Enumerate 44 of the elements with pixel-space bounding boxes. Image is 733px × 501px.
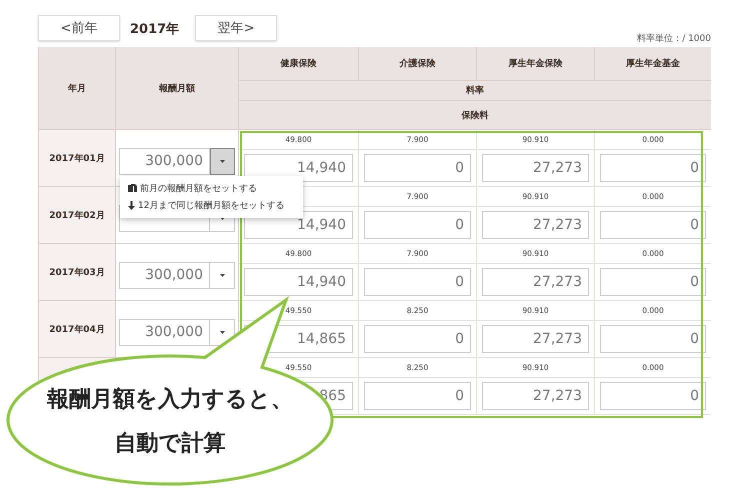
premium-field[interactable]: 27,273	[482, 211, 589, 239]
salary-field[interactable]: 300,000	[119, 148, 210, 174]
premium-field[interactable]: 0	[600, 268, 706, 296]
column-header: 年月	[39, 47, 116, 130]
premium-field[interactable]: 27,273	[482, 154, 589, 182]
column-header: 報酬月額	[116, 47, 239, 130]
premium-field[interactable]: 27,273	[482, 325, 589, 353]
column-header: 厚生年金保険	[477, 47, 595, 81]
caret-icon	[220, 330, 224, 334]
month-label: 2017年03月	[39, 244, 116, 301]
premium-field[interactable]: 14,940	[244, 268, 353, 296]
premium-field[interactable]: 27,273	[482, 382, 589, 410]
premium-field[interactable]: 0	[600, 382, 706, 410]
premium-field[interactable]: 0	[600, 325, 706, 353]
column-header: 保険料	[239, 101, 711, 130]
premium-field[interactable]: 0	[364, 382, 471, 410]
column-header: 厚生年金基金	[595, 47, 711, 81]
caret-icon	[220, 160, 225, 162]
month-label: 2017年01月	[39, 130, 116, 187]
year-label: 2017年	[130, 21, 180, 38]
menu-item[interactable]: 12月まで同じ報酬月額をセットする	[138, 199, 284, 212]
premium-field[interactable]: 0	[364, 325, 471, 353]
month-label: 2017年02月	[39, 187, 116, 244]
premium-field[interactable]: 0	[364, 211, 471, 239]
salary-field[interactable]: 300,000	[119, 262, 210, 288]
premium-field[interactable]: 0	[364, 268, 471, 296]
premium-field[interactable]: 0	[600, 211, 706, 239]
rate-unit-note: 料率単位：/ 1000	[637, 32, 711, 45]
copy-icon	[128, 184, 137, 193]
premium-field[interactable]: 0	[364, 154, 471, 182]
column-header: 料率	[239, 81, 711, 101]
callout-text: 自動で計算	[114, 430, 226, 458]
premium-field[interactable]: 0	[600, 154, 706, 182]
month-label: 2017年04月	[39, 301, 116, 358]
salary-field[interactable]: 300,000	[119, 318, 210, 346]
caret-icon	[220, 274, 224, 276]
column-header: 介護保険	[359, 47, 477, 81]
column-header: 健康保険	[239, 47, 359, 81]
previous-year-button[interactable]: <前年	[38, 15, 120, 41]
premium-field[interactable]: 27,273	[482, 268, 589, 296]
next-year-button[interactable]: 翌年>	[195, 15, 278, 41]
menu-item[interactable]: 前月の報酬月額をセットする	[140, 182, 257, 195]
down-arrow-icon	[128, 201, 135, 210]
callout-text: 報酬月額を入力すると、	[47, 386, 293, 414]
